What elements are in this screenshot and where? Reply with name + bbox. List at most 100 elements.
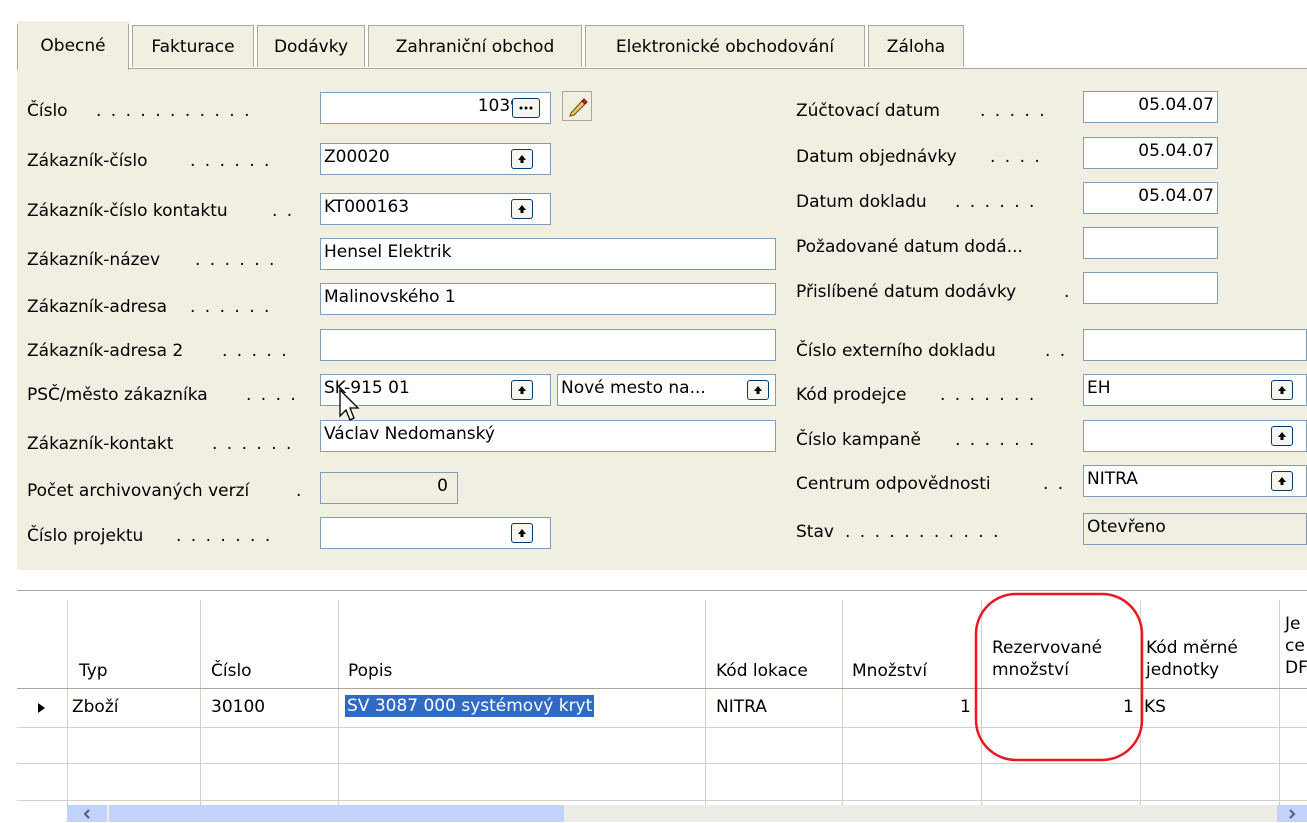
pocet-verzi-value: 0 [437, 476, 448, 496]
mesto-value: Nové mesto na... [561, 378, 706, 398]
grid-column-divider [67, 600, 68, 822]
dots: . [1064, 282, 1072, 302]
cell-typ[interactable]: Zboží [72, 697, 118, 717]
dots: . . . . . . [190, 297, 272, 317]
label-stav: Stav [796, 522, 834, 542]
col-header-typ[interactable]: Typ [79, 660, 108, 682]
arrow-up-icon [518, 155, 526, 163]
dots: . . . . . [980, 101, 1047, 121]
dots: . . . . . . . . . . . [845, 522, 1001, 542]
mesto-field[interactable]: Nové mesto na... [557, 374, 776, 406]
label-centrum-odpovednosti: Centrum odpovědnosti [796, 474, 991, 494]
dots: . . [1045, 341, 1068, 361]
tab-dodavky[interactable]: Dodávky [257, 25, 365, 67]
prislibene-datum-field[interactable] [1083, 272, 1218, 304]
datum-objednavky-value: 05.04.07 [1138, 141, 1214, 161]
zuctovaci-datum-field[interactable]: 05.04.07 [1083, 91, 1218, 123]
annotation-circle [974, 592, 1144, 762]
label-prislibene-datum: Přislíbené datum dodávky [796, 282, 1017, 302]
tab-obecne[interactable]: Obecné [17, 21, 129, 70]
lookup-button[interactable] [511, 380, 533, 400]
datum-dokladu-value: 05.04.07 [1138, 186, 1214, 206]
scroll-right-button[interactable] [1277, 805, 1307, 822]
grid-column-divider [200, 600, 201, 822]
scroll-left-button[interactable] [67, 805, 107, 822]
col-header-kod-merne[interactable]: Kód měrné [1146, 637, 1238, 659]
grid-column-divider [705, 600, 706, 822]
label-cislo-kontaktu: Zákazník-číslo kontaktu [27, 201, 228, 221]
col-header-je-2: ce [1285, 636, 1305, 656]
centrum-odpovednosti-value: NITRA [1087, 469, 1138, 489]
tab-zaloha[interactable]: Záloha [868, 25, 964, 67]
dots: . . . . [990, 147, 1042, 167]
arrow-up-icon [518, 386, 526, 394]
scroll-thumb[interactable] [109, 805, 564, 822]
col-header-popis[interactable]: Popis [348, 660, 392, 682]
dots: . . . . . . [195, 250, 277, 270]
tab-fakturace[interactable]: Fakturace [132, 25, 254, 67]
cislo-externiho-dokladu-field[interactable] [1083, 329, 1307, 361]
label-cislo-projektu: Číslo projektu [27, 526, 144, 546]
zakaznik-nazev-value: Hensel Elektrik [324, 242, 452, 262]
dots: . . [1043, 474, 1066, 494]
zakaznik-adresa-value: Malinovského 1 [324, 287, 456, 307]
zakaznik-adresa-2-field[interactable] [320, 329, 776, 361]
tab-zahranicni-obchod[interactable]: Zahraniční obchod [368, 25, 582, 67]
grid-column-divider [842, 600, 843, 822]
psc-value: SK-915 01 [324, 378, 410, 398]
dots: . [296, 481, 304, 501]
lookup-button[interactable] [511, 149, 533, 169]
stav-value: Otevřeno [1087, 517, 1166, 537]
datum-dokladu-field[interactable]: 05.04.07 [1083, 182, 1218, 214]
label-zakaznik-kontakt: Zákazník-kontakt [27, 434, 174, 454]
label-zakaznik-nazev: Zákazník-název [27, 250, 161, 270]
dots: . . [272, 201, 295, 221]
col-header-je[interactable]: Je [1285, 613, 1300, 635]
cell-cislo[interactable]: 30100 [211, 697, 265, 717]
dots: . . . . . . . [940, 385, 1037, 405]
dots: . . . . . . . . . . . [96, 101, 252, 121]
lookup-button[interactable] [511, 523, 533, 543]
kod-prodejce-value: EH [1087, 378, 1111, 398]
zakaznik-cislo-value: Z00020 [324, 147, 390, 167]
zakaznik-adresa-field[interactable]: Malinovského 1 [320, 283, 776, 315]
label-datum-dokladu: Datum dokladu [796, 192, 927, 212]
chevron-right-icon [1289, 808, 1296, 819]
dots: . . . . . . [212, 434, 294, 454]
label-psc-mesto: PSČ/město zákazníka [27, 385, 208, 405]
zakaznik-kontakt-field[interactable]: Václav Nedomanský [320, 420, 776, 452]
lookup-button[interactable] [1271, 471, 1293, 491]
lookup-button[interactable] [511, 199, 533, 219]
pozadovane-datum-field[interactable] [1083, 227, 1218, 259]
tab-elektronicke-obchodovani[interactable]: Elektronické obchodování [585, 25, 865, 67]
lookup-button[interactable] [1271, 426, 1293, 446]
arrow-up-icon [1278, 386, 1286, 394]
cell-kod-lokace[interactable]: NITRA [716, 697, 767, 717]
row-selector-icon[interactable] [35, 701, 49, 715]
ellipsis-icon [519, 106, 533, 110]
arrow-up-icon [518, 529, 526, 537]
lookup-button[interactable] [747, 380, 769, 400]
pencil-icon [569, 98, 588, 117]
horizontal-scrollbar[interactable] [67, 805, 1307, 822]
arrow-up-icon [754, 386, 762, 394]
zakaznik-nazev-field[interactable]: Hensel Elektrik [320, 238, 776, 270]
cell-popis[interactable]: SV 3087 000 systémový kryt [345, 695, 595, 717]
dots: . . . . . . . [176, 526, 273, 546]
form-divider [17, 68, 1307, 69]
datum-objednavky-field[interactable]: 05.04.07 [1083, 137, 1218, 169]
label-zuctovaci-datum: Zúčtovací datum [796, 101, 940, 121]
arrow-up-icon [518, 205, 526, 213]
col-header-cislo[interactable]: Číslo [211, 660, 252, 682]
col-header-mnozstvi[interactable]: Množství [852, 660, 927, 682]
col-header-kod-lokace[interactable]: Kód lokace [716, 660, 808, 682]
label-kod-prodejce: Kód prodejce [796, 385, 907, 405]
label-cislo-kampane: Číslo kampaně [796, 430, 921, 450]
arrow-up-icon [1278, 477, 1286, 485]
mouse-cursor-icon [339, 388, 360, 421]
lookup-button[interactable] [1271, 380, 1293, 400]
edit-pencil-button[interactable] [562, 91, 592, 121]
assist-edit-button[interactable] [512, 98, 540, 118]
grid-column-divider [1279, 600, 1280, 822]
label-zakaznik-adresa-2: Zákazník-adresa 2 [27, 341, 184, 361]
